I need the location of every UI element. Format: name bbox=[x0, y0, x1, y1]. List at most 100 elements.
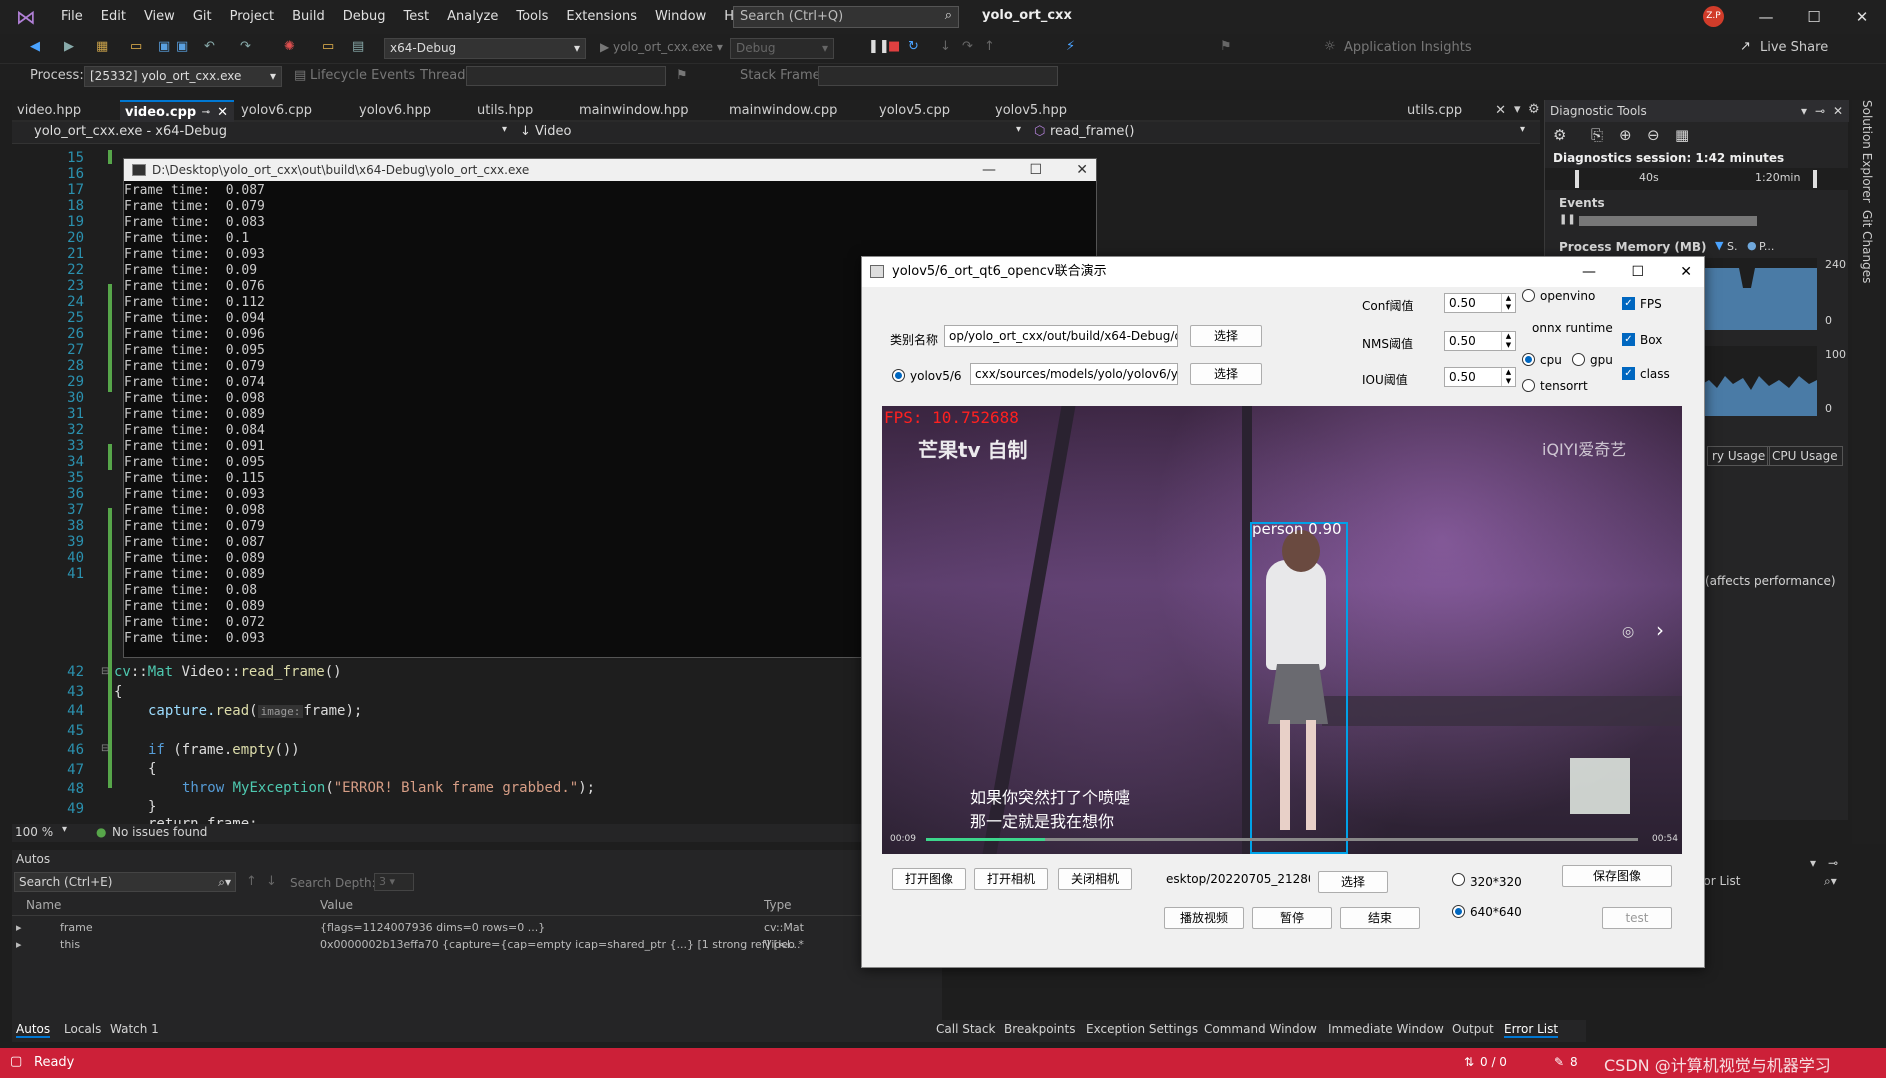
qt-demo-window[interactable]: yolov5/6_ort_qt6_opencv联合演示 — ☐ ✕ 类别名称 o… bbox=[861, 256, 1705, 968]
app-insights-button[interactable]: Application Insights bbox=[1344, 40, 1472, 55]
chevron-down-icon[interactable]: ▾ bbox=[1801, 100, 1807, 122]
menu-extensions[interactable]: Extensions bbox=[557, 0, 646, 34]
scope-dropdown[interactable]: yolo_ort_cxx.exe - x64-Debug bbox=[34, 124, 227, 139]
expand-icon[interactable]: ▸ bbox=[16, 938, 22, 951]
zoom-out-icon[interactable]: ⊖ bbox=[1647, 126, 1660, 144]
pin-icon[interactable]: ⊸ bbox=[202, 102, 210, 124]
stop-button[interactable]: 结束 bbox=[1340, 907, 1420, 929]
class-dropdown[interactable]: Video bbox=[535, 124, 571, 139]
minimize-icon[interactable]: — bbox=[982, 159, 996, 181]
conf-threshold-spinbox[interactable]: 0.50 ▲ ▼ bbox=[1444, 293, 1516, 313]
arrow-up-icon[interactable]: ↑ bbox=[246, 874, 257, 889]
tab-yolov5-cpp[interactable]: yolov5.cpp bbox=[874, 100, 990, 122]
pause-icon[interactable]: ❚❚ bbox=[868, 39, 890, 54]
menu-analyze[interactable]: Analyze bbox=[438, 0, 507, 34]
search-icon[interactable]: ⌕▾ bbox=[1824, 874, 1837, 889]
run-config-select[interactable]: Debug ▾ bbox=[730, 38, 834, 59]
fps-checkbox[interactable]: ✓ bbox=[1622, 297, 1635, 310]
tab-yolov6-hpp[interactable]: yolov6.hpp bbox=[354, 100, 470, 122]
select-model-file-button[interactable]: 选择 bbox=[1190, 363, 1262, 385]
search-depth-select[interactable]: 3 ▾ bbox=[374, 873, 414, 891]
tab-call-stack[interactable]: Call Stack bbox=[936, 1022, 995, 1036]
open-folder-icon[interactable]: ▭ bbox=[130, 39, 142, 54]
flag-icon[interactable]: ⚑ bbox=[676, 68, 688, 83]
close-tab-icon[interactable]: ✕ bbox=[1495, 100, 1506, 122]
arrow-down-icon[interactable]: ↓ bbox=[266, 874, 277, 889]
maximize-icon[interactable]: ☐ bbox=[1790, 0, 1838, 34]
openvino-radio[interactable] bbox=[1522, 289, 1535, 302]
pin-icon[interactable]: ⊸ bbox=[1815, 100, 1825, 122]
back-icon[interactable]: ◀ bbox=[30, 39, 40, 54]
nms-threshold-spinbox[interactable]: 0.50 ▲ ▼ bbox=[1444, 331, 1516, 351]
gpu-radio[interactable] bbox=[1572, 353, 1585, 366]
model-yolov5-6-radio[interactable] bbox=[892, 369, 905, 382]
menu-git[interactable]: Git bbox=[184, 0, 221, 34]
step-into-icon[interactable]: ↓ bbox=[940, 39, 951, 54]
expand-icon[interactable]: ▸ bbox=[16, 921, 22, 934]
tab-cpu-usage[interactable]: CPU Usage bbox=[1767, 446, 1843, 466]
maximize-icon[interactable]: ☐ bbox=[1029, 159, 1042, 181]
chevron-down-icon[interactable]: ▾ bbox=[1810, 856, 1816, 870]
window-icon[interactable]: ▤ bbox=[352, 39, 364, 54]
menu-edit[interactable]: Edit bbox=[92, 0, 135, 34]
tab-error-list[interactable]: Error List bbox=[1504, 1022, 1559, 1038]
pin-icon[interactable]: ⊸ bbox=[1828, 856, 1838, 870]
memory-header[interactable]: Process Memory (MB) bbox=[1559, 240, 1706, 254]
live-share-icon[interactable]: ↗ bbox=[1740, 39, 1751, 54]
avatar[interactable]: Z.P bbox=[1703, 6, 1724, 27]
hot-reload-icon[interactable]: ⚡ bbox=[1066, 39, 1075, 54]
bug-icon[interactable]: ✺ bbox=[284, 39, 295, 54]
save-icon[interactable]: ▣ bbox=[158, 39, 170, 54]
solution-config-select[interactable]: x64-Debug ▾ bbox=[384, 38, 586, 59]
git-sync-icon[interactable]: ⇅ bbox=[1464, 1055, 1474, 1069]
pause-button[interactable]: 暂停 bbox=[1252, 907, 1332, 929]
tab-locals[interactable]: Locals bbox=[64, 1022, 101, 1036]
save-all-icon[interactable]: ▣ bbox=[176, 39, 188, 54]
menu-file[interactable]: File bbox=[52, 0, 92, 34]
run-target[interactable]: ▶ yolo_ort_cxx.exe ▾ bbox=[600, 40, 723, 54]
menu-project[interactable]: Project bbox=[221, 0, 283, 34]
pending-edits[interactable]: 8 bbox=[1570, 1055, 1578, 1069]
git-changes-tab[interactable]: Git Changes bbox=[1860, 210, 1874, 283]
zoom-level[interactable]: 100 % bbox=[15, 825, 53, 839]
tab-list-chevron-icon[interactable]: ▾ bbox=[1514, 102, 1521, 117]
class-checkbox[interactable]: ✓ bbox=[1622, 367, 1635, 380]
collapse-icon[interactable]: ⊟ bbox=[101, 743, 109, 754]
solution-explorer-tab[interactable]: Solution Explorer bbox=[1860, 100, 1874, 203]
step-over-icon[interactable]: ↷ bbox=[962, 39, 973, 54]
autos-row[interactable]: ▸ this 0x0000002b13effa70 {capture={cap=em… bbox=[12, 937, 942, 953]
diag-timeline[interactable]: 40s 1:20min bbox=[1545, 168, 1849, 190]
export-icon[interactable]: ⎘ bbox=[1591, 126, 1603, 144]
open-image-button[interactable]: 打开图像 bbox=[892, 868, 966, 890]
menu-test[interactable]: Test bbox=[395, 0, 439, 34]
tab-video-cpp[interactable]: video.cpp ⊸ ✕ bbox=[120, 100, 234, 122]
menu-view[interactable]: View bbox=[135, 0, 184, 34]
reset-view-icon[interactable]: ▦ bbox=[1675, 126, 1689, 144]
model-path-input[interactable]: cxx/sources/models/yolo/yolov6/yolov6n.o… bbox=[970, 363, 1178, 385]
close-camera-button[interactable]: 关闭相机 bbox=[1058, 868, 1132, 890]
menu-build[interactable]: Build bbox=[283, 0, 334, 34]
tab-immediate-window[interactable]: Immediate Window bbox=[1328, 1022, 1444, 1036]
zoom-in-icon[interactable]: ⊕ bbox=[1619, 126, 1632, 144]
minimize-icon[interactable]: — bbox=[1582, 257, 1596, 287]
redo-icon[interactable]: ↷ bbox=[240, 39, 251, 54]
tab-watch-1[interactable]: Watch 1 bbox=[110, 1022, 159, 1036]
close-icon[interactable]: ✕ bbox=[1838, 0, 1886, 34]
lightbulb-icon[interactable]: ☼ bbox=[1324, 39, 1336, 54]
tab-exception-settings[interactable]: Exception Settings bbox=[1086, 1022, 1198, 1036]
tab-utils-hpp[interactable]: utils.hpp bbox=[472, 100, 574, 122]
menu-debug[interactable]: Debug bbox=[334, 0, 395, 34]
tab-command-window[interactable]: Command Window bbox=[1204, 1022, 1317, 1036]
play-video-button[interactable]: 播放视频 bbox=[1164, 907, 1244, 929]
tab-yolov6-cpp[interactable]: yolov6.cpp bbox=[236, 100, 352, 122]
tab-memory-usage[interactable]: ry Usage bbox=[1707, 446, 1771, 466]
save-image-button[interactable]: 保存图像 bbox=[1562, 865, 1672, 887]
menu-tools[interactable]: Tools bbox=[507, 0, 557, 34]
stop-icon[interactable]: ■ bbox=[888, 39, 900, 54]
new-project-icon[interactable]: ▦ bbox=[96, 39, 108, 54]
folder-icon[interactable]: ▭ bbox=[322, 39, 334, 54]
spin-arrows-icon[interactable]: ▲ ▼ bbox=[1501, 368, 1515, 386]
test-button[interactable]: test bbox=[1602, 907, 1672, 929]
pencil-icon[interactable]: ✎ bbox=[1554, 1055, 1564, 1069]
events-header[interactable]: Events bbox=[1559, 196, 1605, 210]
